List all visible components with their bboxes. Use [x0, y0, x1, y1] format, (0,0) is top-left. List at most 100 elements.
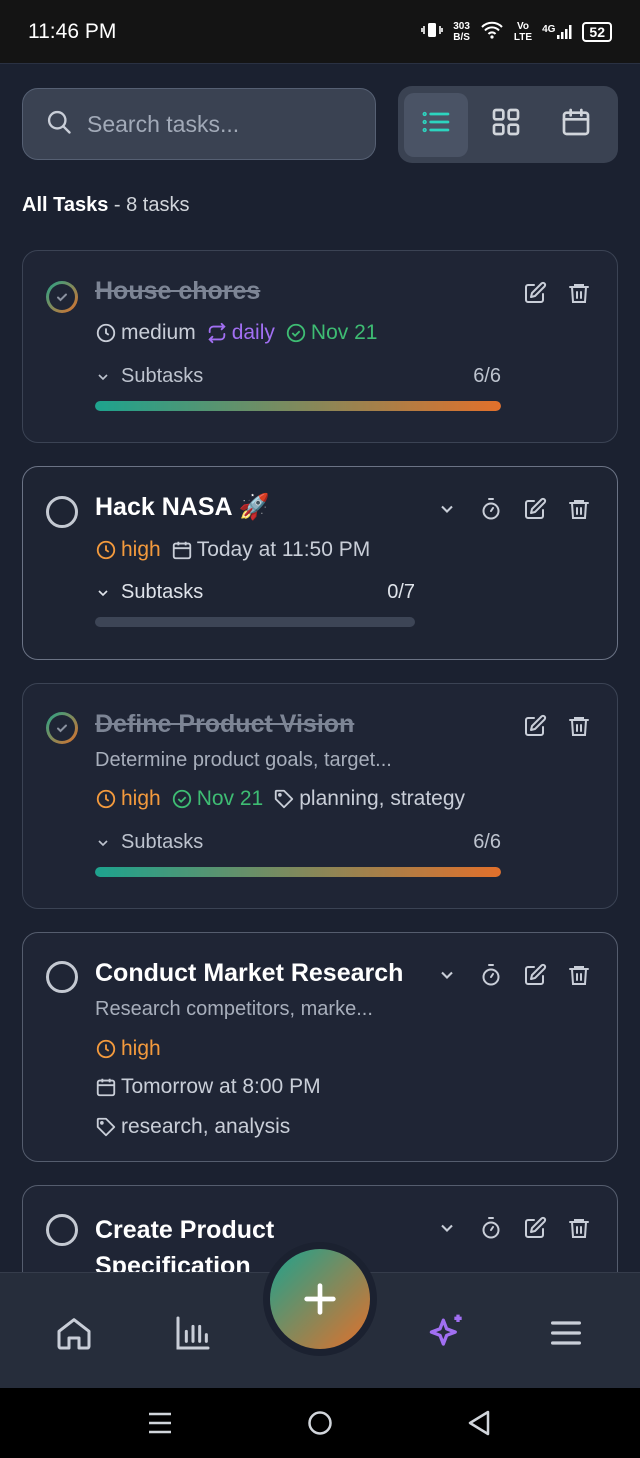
expand-chevron-icon[interactable] — [433, 1214, 461, 1242]
task-complete-checkbox[interactable] — [46, 1214, 78, 1246]
calendar-icon — [560, 106, 592, 143]
tag-icon — [275, 789, 294, 809]
task-meta: research, analysis — [95, 1115, 290, 1139]
task-actions — [521, 279, 593, 307]
status-bar: 11:46 PM 303 B/S Vo LTE 4G 52 — [0, 0, 640, 64]
tags: research, analysis — [95, 1115, 290, 1139]
timer-icon[interactable] — [477, 1214, 505, 1242]
task-title: Define Product Vision — [95, 710, 355, 738]
plus-icon — [304, 1283, 336, 1315]
priority-badge: medium — [95, 321, 196, 345]
home-button-icon[interactable] — [306, 1409, 334, 1442]
delete-icon[interactable] — [565, 279, 593, 307]
task-card[interactable]: House chores medium daily Nov 21 Subtask… — [22, 250, 618, 443]
system-nav-bar — [0, 1388, 640, 1458]
search-input[interactable] — [87, 110, 327, 138]
tags: planning, strategy — [273, 787, 465, 811]
edit-icon[interactable] — [521, 1214, 549, 1242]
task-actions — [521, 712, 593, 740]
edit-icon[interactable] — [521, 961, 549, 989]
net-speed: 303 B/S — [453, 20, 470, 43]
task-meta: high — [95, 1037, 161, 1061]
task-card[interactable]: Define Product Vision Determine product … — [22, 683, 618, 909]
chevron-down-icon — [98, 589, 108, 596]
subtasks-progress-bar — [95, 867, 501, 877]
edit-icon[interactable] — [521, 279, 549, 307]
delete-icon[interactable] — [565, 495, 593, 523]
grid-icon — [490, 106, 522, 143]
task-complete-checkbox[interactable] — [46, 496, 78, 528]
check-icon — [57, 293, 67, 302]
calendar-icon — [172, 541, 191, 560]
due-date: Today at 11:50 PM — [171, 538, 370, 562]
search-box[interactable] — [22, 88, 376, 160]
list-header: All Tasks - 8 tasks — [22, 194, 189, 217]
stats-icon[interactable] — [171, 1311, 215, 1355]
edit-icon[interactable] — [521, 495, 549, 523]
subtasks-toggle[interactable]: Subtasks 6/6 — [95, 365, 501, 388]
battery-indicator: 52 — [582, 21, 612, 42]
recent-apps-icon[interactable] — [146, 1410, 174, 1441]
menu-icon[interactable] — [544, 1311, 588, 1355]
edit-icon[interactable] — [521, 712, 549, 740]
progress-fill — [95, 867, 501, 877]
view-toggle — [398, 86, 618, 163]
calendar-view-button[interactable] — [544, 93, 608, 157]
subtasks-progress-bar — [95, 401, 501, 411]
grid-view-button[interactable] — [474, 93, 538, 157]
task-complete-checkbox[interactable] — [46, 712, 78, 744]
subtasks-count: 6/6 — [473, 831, 501, 853]
tag-icon — [96, 1117, 116, 1137]
status-time: 11:46 PM — [28, 19, 117, 43]
home-icon[interactable] — [52, 1311, 96, 1355]
expand-chevron-icon[interactable] — [433, 961, 461, 989]
status-icons: 303 B/S Vo LTE 4G 52 — [421, 21, 612, 43]
list-icon — [420, 106, 452, 143]
check-circle-icon — [172, 789, 191, 809]
delete-icon[interactable] — [565, 1214, 593, 1242]
subtasks-progress-bar — [95, 617, 415, 627]
task-complete-checkbox[interactable] — [46, 961, 78, 993]
signal-icon: 4G — [542, 24, 572, 40]
back-icon[interactable] — [466, 1409, 492, 1442]
task-description: Determine product goals, target... — [95, 749, 392, 771]
task-card[interactable]: Conduct Market Research Research competi… — [22, 932, 618, 1162]
priority-badge: high — [95, 1037, 161, 1061]
task-actions — [433, 495, 593, 523]
completed-date: Nov 21 — [285, 321, 377, 345]
task-title: Hack NASA 🚀 — [95, 493, 270, 521]
check-circle-icon — [286, 323, 306, 343]
completed-date: Nov 21 — [171, 787, 263, 811]
ai-sparkle-icon[interactable] — [425, 1311, 469, 1355]
timer-icon[interactable] — [477, 495, 505, 523]
repeat-icon — [208, 322, 226, 344]
subtasks-toggle[interactable]: Subtasks 0/7 — [95, 581, 415, 604]
expand-chevron-icon[interactable] — [433, 495, 461, 523]
task-description: Research competitors, marke... — [95, 998, 373, 1020]
task-meta: Tomorrow at 8:00 PM — [95, 1075, 321, 1099]
task-title: House chores — [95, 277, 261, 305]
check-icon — [57, 724, 67, 733]
progress-fill — [95, 401, 501, 411]
task-complete-checkbox[interactable] — [46, 281, 78, 313]
timer-icon[interactable] — [477, 961, 505, 989]
chevron-down-icon — [98, 373, 108, 380]
list-view-button[interactable] — [404, 92, 468, 157]
task-card[interactable]: Hack NASA 🚀 high Today at 11:50 PM Subta… — [22, 466, 618, 660]
clock-icon — [96, 540, 116, 560]
recurrence-badge: daily — [206, 321, 275, 345]
add-task-button[interactable] — [270, 1249, 370, 1349]
task-meta: medium daily Nov 21 — [95, 321, 377, 345]
task-actions — [433, 1214, 593, 1242]
task-meta: high Nov 21 planning, strategy — [95, 787, 465, 811]
delete-icon[interactable] — [565, 712, 593, 740]
vibrate-icon — [421, 21, 444, 42]
calendar-icon — [96, 1078, 116, 1097]
priority-badge: high — [95, 787, 161, 811]
fab-container — [263, 1242, 377, 1356]
clock-icon — [96, 1039, 116, 1059]
priority-badge: high — [95, 538, 161, 562]
clock-icon — [96, 789, 116, 809]
subtasks-toggle[interactable]: Subtasks 6/6 — [95, 831, 501, 854]
delete-icon[interactable] — [565, 961, 593, 989]
